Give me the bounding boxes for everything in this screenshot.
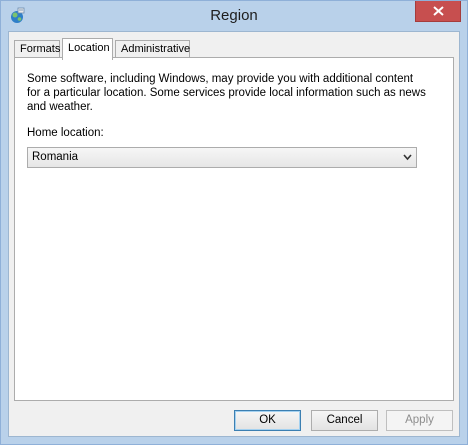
ok-button[interactable]: OK bbox=[234, 410, 301, 431]
close-button[interactable] bbox=[415, 1, 461, 22]
apply-button[interactable]: Apply bbox=[386, 410, 453, 431]
window-title: Region bbox=[210, 7, 258, 24]
region-dialog: Region Formats Location Administrative S… bbox=[0, 0, 468, 445]
home-location-dropdown[interactable]: Romania bbox=[27, 147, 417, 168]
tab-location[interactable]: Location bbox=[62, 38, 113, 60]
location-description: Some software, including Windows, may pr… bbox=[27, 73, 426, 113]
tab-administrative[interactable]: Administrative bbox=[115, 40, 190, 58]
home-location-label: Home location: bbox=[27, 127, 104, 139]
cancel-button[interactable]: Cancel bbox=[311, 410, 378, 431]
close-icon bbox=[433, 6, 444, 16]
home-location-value: Romania bbox=[32, 151, 79, 163]
tab-formats[interactable]: Formats bbox=[14, 40, 60, 58]
location-tab-panel: Some software, including Windows, may pr… bbox=[14, 57, 454, 401]
dialog-client-area: Formats Location Administrative Some sof… bbox=[8, 31, 460, 437]
chevron-down-icon bbox=[403, 154, 412, 161]
title-bar[interactable]: Region bbox=[1, 1, 467, 31]
